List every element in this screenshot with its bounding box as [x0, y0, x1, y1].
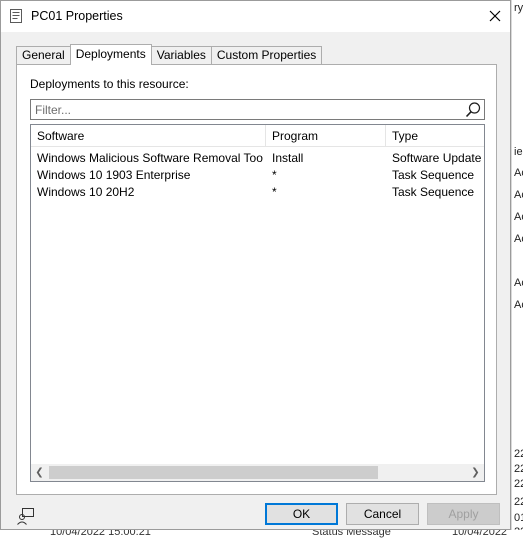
bg-fragment: 10/04/2022 15:00:21	[50, 530, 151, 538]
tab-variables[interactable]: Variables	[150, 46, 212, 65]
table-row[interactable]: Windows 10 20H2 * Task Sequence	[31, 184, 484, 201]
filter-input[interactable]	[31, 100, 451, 119]
scroll-right-icon[interactable]: ❯	[467, 464, 484, 481]
column-header-software[interactable]: Software	[31, 125, 266, 147]
scrollbar-thumb[interactable]	[49, 466, 378, 479]
bg-fragment: 22	[514, 496, 523, 508]
bg-fragment: 22	[514, 463, 523, 475]
cell-program: *	[272, 185, 277, 199]
cell-software: Windows 10 1903 Enterprise	[37, 168, 191, 182]
cell-software: Windows 10 20H2	[37, 185, 135, 199]
properties-dialog: PC01 Properties General Deployments Vari…	[0, 0, 511, 530]
close-button[interactable]	[480, 1, 510, 31]
deployments-list[interactable]: Software Program Type Windows Malicious …	[30, 124, 485, 482]
tab-general[interactable]: General	[16, 46, 71, 65]
deployments-panel: Deployments to this resource: Software P…	[16, 64, 497, 495]
deployments-label: Deployments to this resource:	[30, 77, 189, 91]
bg-fragment: ry	[514, 2, 523, 14]
cell-software: Windows Malicious Software Removal Tool …	[37, 151, 263, 165]
horizontal-scrollbar[interactable]: ❮ ❯	[31, 464, 484, 481]
table-row[interactable]: Windows 10 1903 Enterprise * Task Sequen…	[31, 167, 484, 184]
bg-fragment: Status Message	[312, 530, 391, 538]
cell-type: Task Sequence	[392, 168, 475, 182]
column-header-program[interactable]: Program	[266, 125, 386, 147]
column-header-type[interactable]: Type	[386, 125, 484, 147]
tab-custom-properties[interactable]: Custom Properties	[210, 46, 323, 65]
bg-fragment: Ac	[514, 167, 523, 179]
bg-fragment: Ac	[514, 233, 523, 245]
bg-fragment: 22	[514, 478, 523, 490]
apply-button[interactable]: Apply	[427, 503, 500, 525]
search-icon[interactable]	[464, 101, 482, 119]
tab-strip: General Deployments Variables Custom Pro…	[16, 44, 323, 65]
cell-type: Software Update	[392, 151, 482, 165]
list-header: Software Program Type	[31, 125, 484, 147]
bg-fragment: Ac	[514, 211, 523, 223]
background-window-strip: ry ie Ac Ac Ac Ac Ac Ac 22 22 22 22 01 2…	[511, 0, 523, 541]
cell-program: Install	[272, 151, 304, 165]
scroll-left-icon[interactable]: ❮	[31, 464, 48, 481]
window-title: PC01 Properties	[31, 9, 123, 23]
bg-fragment: 01	[514, 512, 523, 524]
bg-fragment: 10/04/2022	[452, 530, 508, 538]
ok-button[interactable]: OK	[265, 503, 338, 525]
properties-page-icon	[10, 9, 22, 23]
cell-program: *	[272, 168, 277, 182]
cell-type: Task Sequence	[392, 185, 475, 199]
background-status-row: 10/04/2022 15:00:21 Status Message 10/04…	[0, 530, 523, 541]
filter-box	[30, 99, 485, 120]
bg-fragment: Ac	[514, 299, 523, 311]
user-feedback-icon[interactable]	[16, 506, 36, 526]
bg-fragment: Ac	[514, 189, 523, 201]
bg-fragment: ie	[514, 146, 523, 158]
title-bar[interactable]: PC01 Properties	[1, 1, 510, 32]
cancel-button[interactable]: Cancel	[346, 503, 419, 525]
tab-deployments[interactable]: Deployments	[69, 44, 152, 65]
bg-fragment: 22	[514, 448, 523, 460]
table-row[interactable]: Windows Malicious Software Removal Tool …	[31, 150, 484, 167]
close-icon	[489, 10, 501, 22]
bg-fragment: Ac	[514, 277, 523, 289]
